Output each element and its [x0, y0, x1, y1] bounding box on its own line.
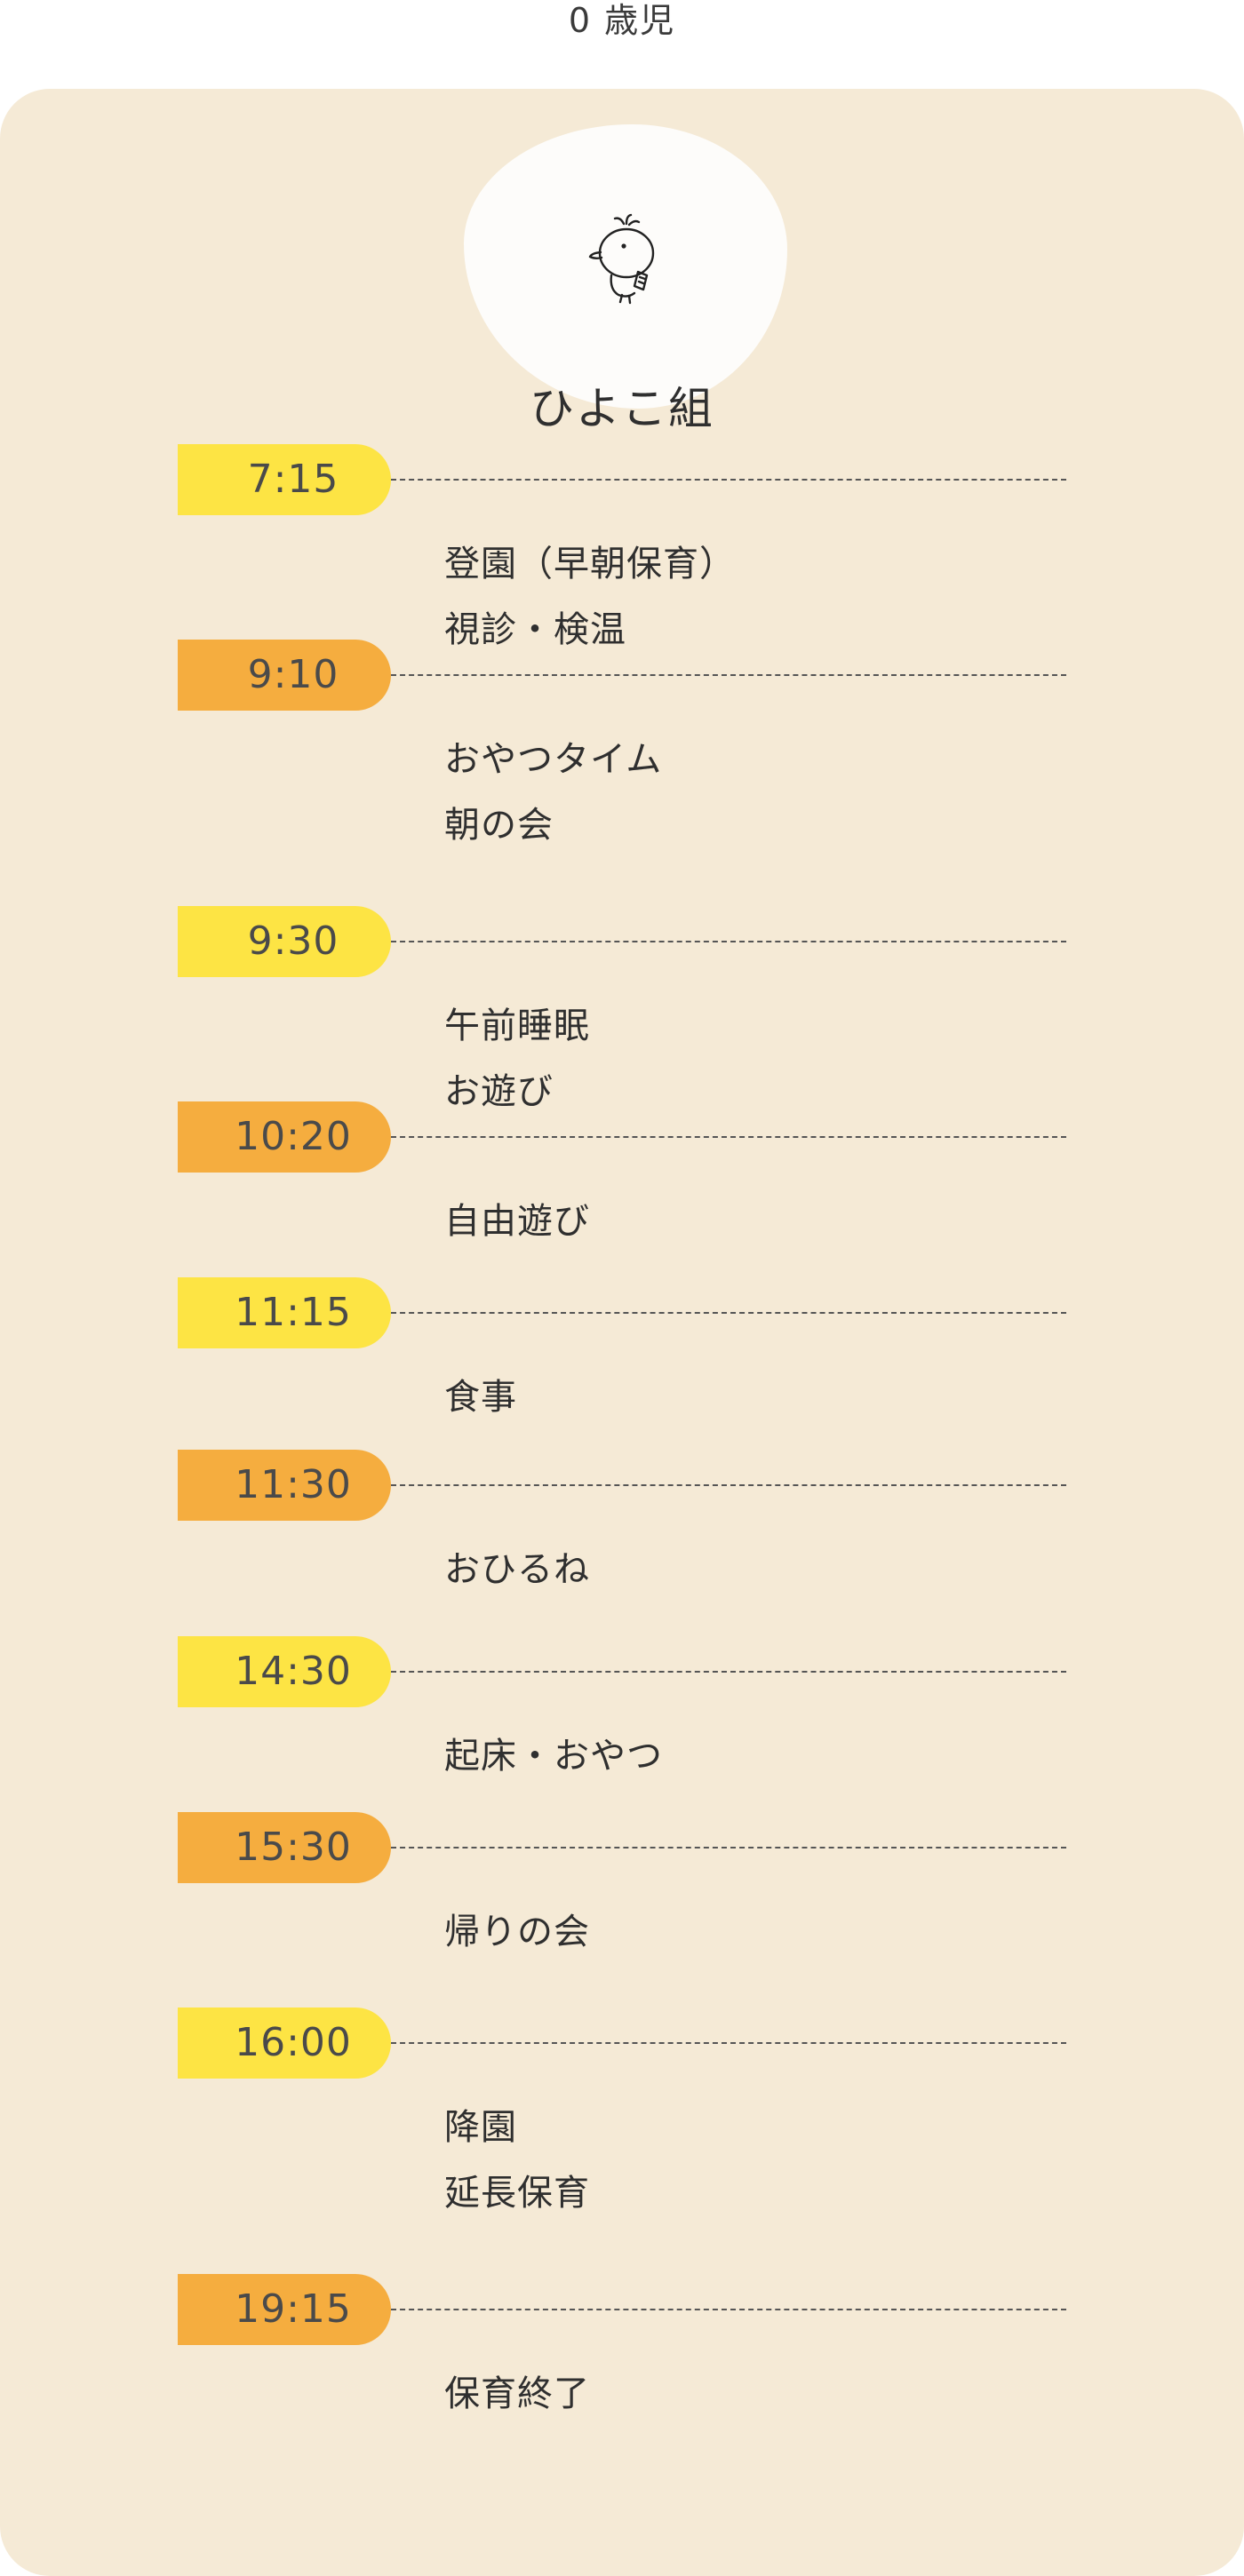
activity-item: 午前睡眠 [444, 1006, 590, 1046]
dashed-divider [391, 941, 1066, 942]
activity-list: 帰りの会 [444, 1899, 590, 1965]
dashed-divider [391, 479, 1066, 481]
time-pill: 7:15 [178, 444, 391, 515]
activity-item: 朝の会 [444, 805, 554, 846]
time-pill: 11:30 [178, 1450, 391, 1521]
activity-item: 視診・検温 [444, 609, 626, 650]
time-pill: 15:30 [178, 1812, 391, 1883]
activity-item: 帰りの会 [444, 1912, 590, 1952]
activity-list: 降園 延長保育 [444, 2095, 590, 2226]
activity-list: 保育終了 [444, 2361, 590, 2427]
time-pill: 19:15 [178, 2274, 391, 2345]
time-pill: 14:30 [178, 1636, 391, 1707]
activity-list: おやつタイム 朝の会 [444, 727, 662, 858]
activity-list: 自由遊び [444, 1189, 590, 1254]
dashed-divider [391, 1136, 1066, 1138]
age-label: 0 歳児 [568, 1, 676, 40]
time-pill: 11:15 [178, 1277, 391, 1348]
activity-list: 午前睡眠 お遊び [444, 993, 590, 1125]
activity-item: 食事 [444, 1377, 517, 1418]
activity-item: おやつタイム [444, 739, 663, 780]
activity-item: 降園 [444, 2107, 517, 2148]
dashed-divider [391, 2309, 1066, 2310]
dashed-divider [391, 1312, 1066, 1314]
time-pill: 9:30 [178, 906, 391, 977]
activity-item: 登園（早朝保育） [444, 544, 736, 584]
dashed-divider [391, 1671, 1066, 1673]
chick-icon [588, 213, 655, 305]
activity-list: 食事 [444, 1364, 517, 1430]
dashed-divider [391, 674, 1066, 676]
activity-item: 延長保育 [444, 2173, 590, 2214]
time-pill: 16:00 [178, 2008, 391, 2079]
activity-item: おひるね [444, 1549, 590, 1590]
activity-list: おひるね [444, 1537, 590, 1602]
activity-item: お遊び [444, 1071, 554, 1112]
dashed-divider [391, 1847, 1066, 1849]
time-pill: 9:10 [178, 640, 391, 711]
activity-item: 保育終了 [444, 2373, 590, 2414]
activity-list: 起床・おやつ [444, 1723, 663, 1789]
time-pill: 10:20 [178, 1101, 391, 1173]
activity-list: 登園（早朝保育） 視診・検温 [444, 531, 736, 663]
dashed-divider [391, 2042, 1066, 2044]
class-name: ひよこ組 [530, 383, 714, 434]
dashed-divider [391, 1484, 1066, 1486]
activity-item: 起床・おやつ [444, 1736, 663, 1777]
activity-item: 自由遊び [444, 1201, 590, 1242]
